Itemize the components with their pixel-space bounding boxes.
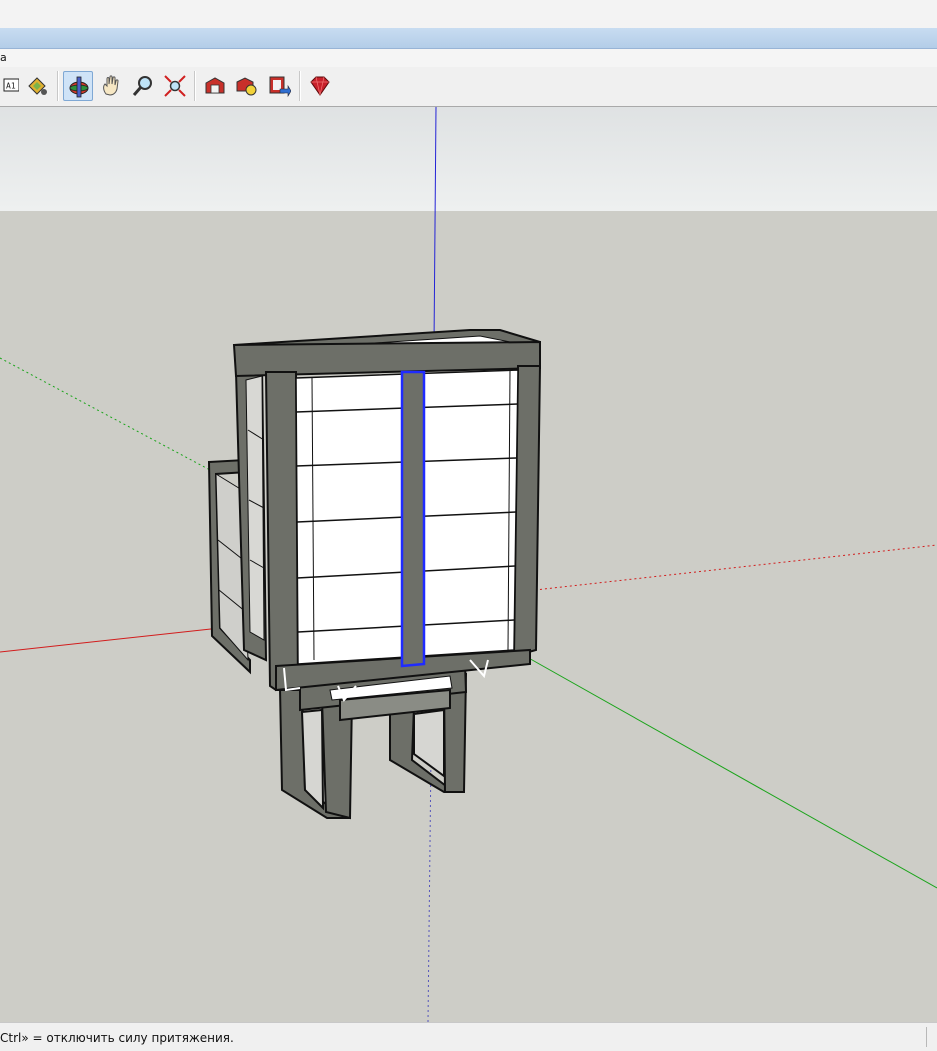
menu-item-partial[interactable]: а [0, 51, 7, 64]
toolbar-separator [194, 71, 196, 101]
zoom-button[interactable] [128, 71, 158, 101]
zoom-extents-icon [164, 75, 186, 97]
orbit-button[interactable] [63, 71, 93, 101]
sky [0, 107, 937, 211]
dimension-icon: A1 [3, 78, 19, 92]
paint-bucket-icon [28, 77, 47, 95]
window-top-strip [0, 0, 937, 29]
share-component-button[interactable] [232, 71, 262, 101]
dimension-tool-button[interactable]: A1 [0, 71, 22, 101]
main-toolbar: A1 [0, 67, 937, 107]
title-bar[interactable] [0, 28, 937, 49]
extension-warehouse-button[interactable] [264, 71, 294, 101]
3d-warehouse-icon [205, 77, 225, 94]
3d-viewport[interactable] [0, 107, 937, 1022]
pan-button[interactable] [96, 71, 126, 101]
zoom-icon [132, 76, 152, 96]
3d-warehouse-button[interactable] [200, 71, 230, 101]
model-scene [0, 107, 937, 1022]
status-divider [926, 1027, 927, 1047]
orbit-icon [69, 76, 89, 98]
ruby-console-icon [310, 76, 330, 96]
menu-bar: а [0, 49, 937, 67]
status-bar: Ctrl» = отключить силу притяжения. [0, 1022, 937, 1051]
dimension-icon-label: A1 [6, 82, 16, 91]
extension-warehouse-icon [269, 76, 291, 98]
model-front-frame [232, 329, 542, 702]
toolbar-separator [57, 71, 59, 101]
toolbar-separator [299, 71, 301, 101]
selected-post[interactable] [400, 370, 426, 668]
share-component-icon [236, 77, 257, 96]
pan-hand-icon [103, 75, 119, 96]
ruby-console-button[interactable] [304, 71, 334, 101]
paint-bucket-button[interactable] [22, 71, 52, 101]
zoom-extents-button[interactable] [160, 71, 190, 101]
status-hint: Ctrl» = отключить силу притяжения. [0, 1031, 234, 1045]
